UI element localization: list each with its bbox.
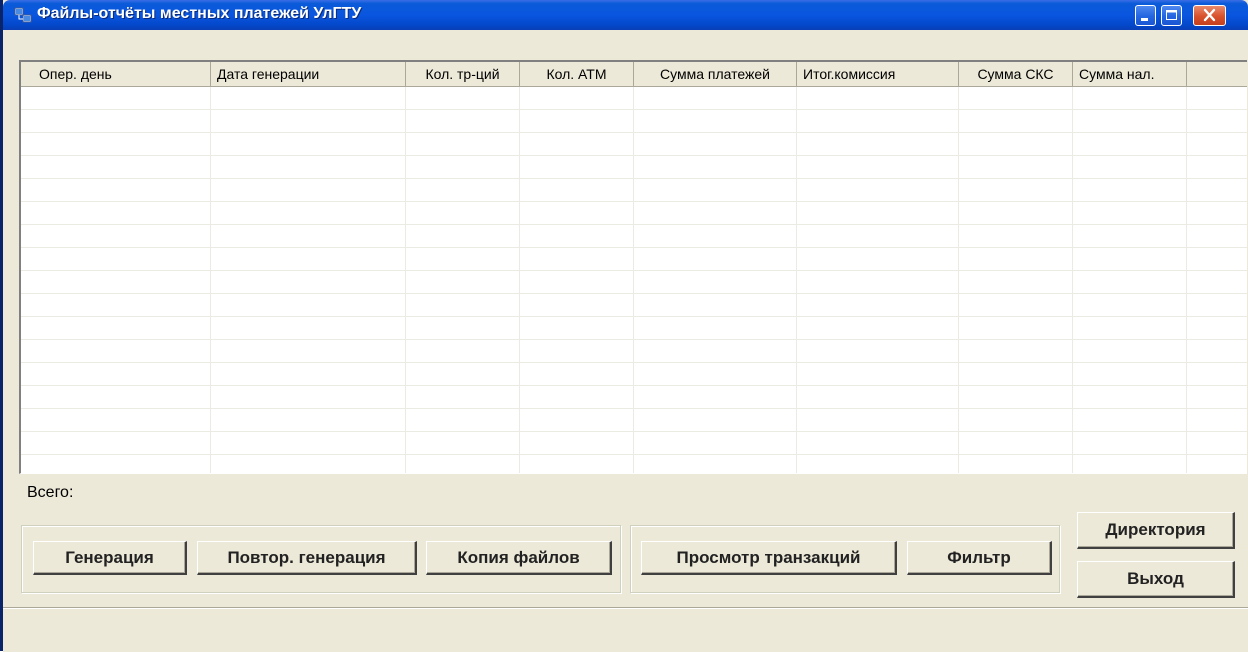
column-divider <box>958 87 959 473</box>
filter-button[interactable]: Фильтр <box>907 541 1052 575</box>
column-divider <box>1186 87 1187 473</box>
table-body[interactable] <box>21 87 1247 473</box>
copy-files-button[interactable]: Копия файлов <box>426 541 612 575</box>
main-window: Файлы-отчёты местных платежей УлГТУ Опер… <box>0 0 1248 652</box>
generate-button[interactable]: Генерация <box>33 541 187 575</box>
minimize-icon <box>1141 18 1148 21</box>
close-button[interactable] <box>1193 5 1226 26</box>
column-header-transaction-count[interactable]: Кол. тр-ций <box>406 62 520 86</box>
column-divider <box>210 87 211 473</box>
close-icon <box>1203 8 1216 22</box>
maximize-button[interactable] <box>1161 5 1182 26</box>
column-header-cash-sum[interactable]: Сумма нал. <box>1073 62 1187 86</box>
maximize-icon <box>1166 10 1177 20</box>
window-title: Файлы-отчёты местных платежей УлГТУ <box>37 5 362 22</box>
table-header: Опер. день Дата генерации Кол. тр-ций Ко… <box>21 62 1247 87</box>
regenerate-button[interactable]: Повтор. генерация <box>197 541 417 575</box>
status-bar <box>3 607 1248 652</box>
column-divider <box>633 87 634 473</box>
column-header-oper-day[interactable]: Опер. день <box>21 62 211 86</box>
view-actions-group: Просмотр транзакций Фильтр <box>630 525 1060 593</box>
column-header-atm-count[interactable]: Кол. АТМ <box>520 62 634 86</box>
column-divider <box>519 87 520 473</box>
file-actions-group: Генерация Повтор. генерация Копия файлов <box>21 525 621 593</box>
column-header-filler <box>1187 62 1247 86</box>
column-divider <box>1072 87 1073 473</box>
column-header-sks-sum[interactable]: Сумма СКС <box>959 62 1073 86</box>
view-transactions-button[interactable]: Просмотр транзакций <box>641 541 897 575</box>
reports-table[interactable]: Опер. день Дата генерации Кол. тр-ций Ко… <box>19 60 1247 474</box>
column-header-generation-date[interactable]: Дата генерации <box>211 62 406 86</box>
minimize-button[interactable] <box>1135 5 1156 26</box>
column-header-total-commission[interactable]: Итог.комиссия <box>797 62 959 86</box>
column-header-payments-sum[interactable]: Сумма платежей <box>634 62 797 86</box>
directory-button[interactable]: Директория <box>1077 512 1235 549</box>
column-divider <box>796 87 797 473</box>
total-label: Всего: <box>27 484 74 501</box>
network-computers-icon <box>14 7 32 24</box>
column-divider <box>405 87 406 473</box>
exit-button[interactable]: Выход <box>1077 561 1235 598</box>
title-bar[interactable]: Файлы-отчёты местных платежей УлГТУ <box>3 0 1248 30</box>
